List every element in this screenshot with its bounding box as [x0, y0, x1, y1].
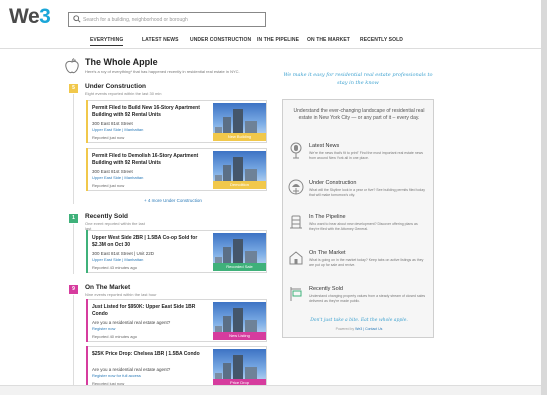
card-title[interactable]: Permit Filed to Demolish 16-Story Apartm…	[92, 153, 210, 166]
logo-accent: 3	[39, 5, 51, 28]
house-for-sale-icon	[289, 251, 303, 265]
tab-recently-sold[interactable]: RECENTLY SOLD	[360, 37, 403, 43]
tab-everything[interactable]: EVERYTHING	[90, 37, 124, 46]
card-timestamp: Reported just now	[92, 135, 125, 140]
tab-under-construction[interactable]: UNDER CONSTRUCTION	[190, 37, 251, 43]
count-badge: 5	[69, 84, 78, 93]
page: We3 EVERYTHING LATEST NEWS UNDER CONSTRU…	[0, 0, 541, 395]
logo[interactable]: We3	[9, 5, 51, 29]
sidebar-tagline: We make it easy for residential real est…	[283, 72, 433, 86]
card-accent-bar	[86, 148, 88, 191]
event-card[interactable]: Just Listed for $950K: Upper East Side 1…	[86, 299, 267, 342]
contact-link[interactable]: | Contact Us	[362, 327, 382, 331]
search-icon	[73, 15, 81, 23]
card-title[interactable]: Permit Filed to Build New 16-Story Apart…	[92, 105, 210, 118]
timeline-line	[73, 94, 74, 204]
card-accent-bar	[86, 346, 88, 389]
timeline-line	[73, 295, 74, 385]
card-address: 300 East 81st Street	[92, 169, 133, 174]
main-nav: EVERYTHING LATEST NEWS UNDER CONSTRUCTIO…	[0, 32, 541, 49]
building-photo[interactable]: Price Drop	[213, 349, 266, 387]
event-type-label: New Listing	[213, 332, 266, 340]
timeline-line	[73, 224, 74, 274]
card-agent-prompt: Are you a residential real estate agent?	[92, 320, 171, 325]
horizontal-scrollbar[interactable]	[0, 385, 541, 395]
feature-panel: Understand the ever-changing landscape o…	[282, 99, 434, 338]
crane-icon	[290, 215, 302, 229]
construction-worker-icon	[288, 179, 304, 195]
search-input[interactable]	[83, 14, 263, 25]
card-timestamp: Reported 40 minutes ago	[92, 334, 137, 339]
event-type-label: New Building	[213, 133, 266, 141]
card-title[interactable]: Just Listed for $950K: Upper East Side 1…	[92, 304, 210, 317]
card-timestamp: Reported just now	[92, 183, 125, 188]
page-title: The Whole Apple	[85, 57, 158, 67]
powered-prefix: Powered by	[335, 327, 356, 331]
feature-title[interactable]: Recently Sold	[309, 286, 343, 292]
vertical-scrollbar[interactable]	[541, 0, 547, 395]
section-subtitle: One event reported within the last	[85, 221, 145, 226]
tab-on-the-market[interactable]: ON THE MARKET	[307, 37, 350, 43]
feature-title[interactable]: Under Construction	[309, 180, 356, 186]
feature-title[interactable]: On The Market	[309, 250, 346, 256]
card-address: 300 East 81st Street	[92, 121, 133, 126]
building-photo[interactable]: Demolition	[213, 151, 266, 189]
building-photo[interactable]: Recorded Sale	[213, 233, 266, 271]
card-title[interactable]: $25K Price Drop: Chelsea 1BR | 1.5BA Con…	[92, 351, 210, 358]
card-accent-bar	[86, 100, 88, 143]
count-badge: 9	[69, 285, 78, 294]
count-badge: 1	[69, 214, 78, 223]
feature-desc: What will the Skyline look in a year or …	[309, 188, 425, 197]
feature-desc: We're the news that's fit to print" Find…	[309, 151, 423, 160]
card-timestamp: Reported 43 minutes ago	[92, 265, 137, 270]
tab-in-the-pipeline[interactable]: IN THE PIPELINE	[257, 37, 299, 43]
more-under-construction-link[interactable]: + 4 more Under Construction	[144, 198, 202, 203]
card-agent-prompt: Are you a residential real estate agent?	[92, 367, 171, 372]
event-card[interactable]: Permit Filed to Build New 16-Story Apart…	[86, 100, 267, 143]
section-subtitle: Nine events reported within the last hou…	[85, 292, 157, 297]
card-title[interactable]: Upper West Side 2BR | 1.5BA Co-op Sold f…	[92, 235, 210, 248]
sold-sign-icon	[290, 287, 302, 301]
event-card[interactable]: Permit Filed to Demolish 16-Story Apartm…	[86, 148, 267, 191]
building-photo[interactable]: New Listing	[213, 302, 266, 340]
card-address: 300 East 81st Street | Unit 22D	[92, 251, 154, 256]
event-card[interactable]: Upper West Side 2BR | 1.5BA Co-op Sold f…	[86, 230, 267, 273]
card-accent-bar	[86, 299, 88, 342]
card-neighborhood-link[interactable]: Upper East Side | Manhattan	[92, 257, 143, 262]
card-neighborhood-link[interactable]: Upper East Side | Manhattan	[92, 127, 143, 132]
card-accent-bar	[86, 230, 88, 273]
section-subtitle: Eight events reported within the last 30…	[85, 91, 162, 96]
powered-by: Powered by We3 | Contact Us	[283, 327, 435, 331]
news-mic-icon	[290, 142, 302, 159]
panel-intro: Understand the ever-changing landscape o…	[293, 108, 425, 121]
section-title-under-construction[interactable]: Under Construction	[85, 83, 146, 90]
header: We3	[0, 0, 541, 32]
feature-title[interactable]: In The Pipeline	[309, 214, 346, 220]
feature-desc: What is going on in the market today? Ke…	[309, 258, 424, 267]
card-neighborhood-link[interactable]: Upper East Side | Manhattan	[92, 175, 143, 180]
apple-icon	[65, 58, 79, 74]
panel-footer-tagline: Don't just take a bite. Eat the whole ap…	[310, 318, 408, 323]
register-link[interactable]: Register now	[92, 326, 115, 331]
event-type-label: Demolition	[213, 181, 266, 189]
event-type-label: Recorded Sale	[213, 263, 266, 271]
search-box[interactable]	[68, 12, 266, 27]
tab-latest-news[interactable]: LATEST NEWS	[142, 37, 179, 43]
logo-text: We	[9, 5, 40, 28]
feature-desc: Who want to hear about new development? …	[309, 222, 418, 231]
section-title-recently-sold[interactable]: Recently Sold	[85, 213, 128, 220]
event-card[interactable]: $25K Price Drop: Chelsea 1BR | 1.5BA Con…	[86, 346, 267, 389]
building-photo[interactable]: New Building	[213, 103, 266, 141]
feature-desc: Understand changing property values from…	[309, 294, 426, 303]
feature-title[interactable]: Latest News	[309, 143, 339, 149]
register-link[interactable]: Register now for full access	[92, 373, 141, 378]
section-title-on-the-market[interactable]: On The Market	[85, 284, 130, 291]
page-subtitle: Here's a roy of everything* that has hap…	[85, 69, 240, 74]
